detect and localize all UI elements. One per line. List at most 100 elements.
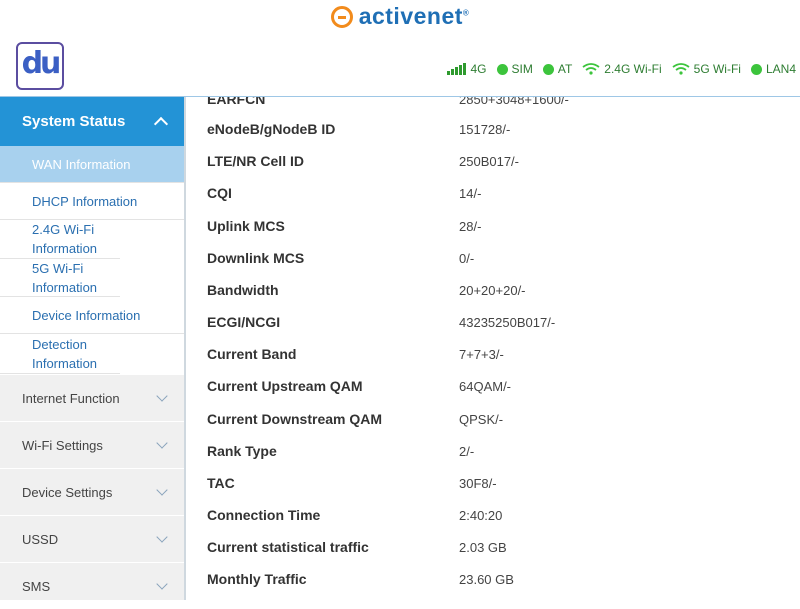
chevron-down-icon <box>156 437 168 449</box>
table-row: Rank Type 2/- <box>186 435 800 467</box>
wifi-icon <box>672 63 690 75</box>
row-value: 7+7+3/- <box>459 346 504 362</box>
row-value: 64QAM/- <box>459 378 512 394</box>
row-label: eNodeB/gNodeB ID <box>207 121 336 137</box>
status-sim: SIM <box>496 62 533 76</box>
row-label: Current Band <box>207 346 297 362</box>
sidebar-group-label: Internet Function <box>22 390 120 406</box>
sidebar-item-detection-information[interactable]: Detection Information <box>0 334 120 374</box>
sidebar-item-label: Detection Information <box>32 336 98 371</box>
sidebar-item-device-information[interactable]: Device Information <box>0 297 184 334</box>
row-label: LTE/NR Cell ID <box>207 153 304 169</box>
wan-information-table: EARFCN 2850+3048+1600/- eNodeB/gNodeB ID… <box>186 97 800 600</box>
row-value: 30F8/- <box>459 475 497 491</box>
sidebar-group-internet-function[interactable]: Internet Function <box>0 374 184 421</box>
sidebar-item-wan-information[interactable]: WAN Information <box>0 146 184 183</box>
table-row: Downlink MCS 0/- <box>186 242 800 274</box>
status-label: AT <box>557 62 573 76</box>
status-dot-icon <box>750 63 762 75</box>
row-label: Connection Time <box>207 507 321 523</box>
table-row: ECGI/NCGI 43235250B017/- <box>186 306 800 338</box>
sidebar-group-label: Wi-Fi Settings <box>22 437 103 453</box>
sidebar-group-system-status[interactable]: System Status <box>0 97 184 146</box>
chevron-up-icon <box>153 116 169 131</box>
status-dot-icon <box>496 63 508 75</box>
table-row: CQI 14/- <box>186 177 800 209</box>
activenet-logo-icon <box>330 5 353 28</box>
sidebar-group-label: System Status <box>22 113 126 130</box>
table-row: Bandwidth 20+20+20/- <box>186 274 800 306</box>
row-value: 2/- <box>459 443 475 459</box>
status-at: AT <box>542 62 573 76</box>
logo-text: du <box>21 46 62 81</box>
row-label: Current Downstream QAM <box>207 411 383 427</box>
row-value: 250B017/- <box>459 153 519 169</box>
signal-bars-icon <box>447 63 467 75</box>
table-row: TAC 30F8/- <box>186 467 800 499</box>
wifi-icon <box>582 63 600 75</box>
row-label: Monthly Traffic <box>207 571 307 587</box>
table-row: Uplink MCS 28/- <box>186 210 800 242</box>
sidebar-group-label: SMS <box>22 578 51 594</box>
row-label: Rank Type <box>207 443 277 459</box>
sidebar-item-label: WAN Information <box>32 156 131 172</box>
status-label: 5G Wi-Fi <box>693 62 741 76</box>
sidebar-submenu: WAN Information DHCP Information 2.4G Wi… <box>0 146 184 374</box>
sidebar-group-device-settings[interactable]: Device Settings <box>0 468 184 515</box>
status-wifi-24g: 2.4G Wi-Fi <box>582 62 662 76</box>
chevron-down-icon <box>156 484 168 496</box>
row-label: TAC <box>207 475 235 491</box>
row-label: Bandwidth <box>207 282 279 298</box>
row-value: 0/- <box>459 250 475 266</box>
row-label: EARFCN <box>207 97 266 107</box>
row-value: 43235250B017/- <box>459 314 556 330</box>
status-label: LAN4 <box>765 62 796 76</box>
table-row: Monthly Traffic 23.60 GB <box>186 563 800 595</box>
row-label: CQI <box>207 185 232 201</box>
row-value: 2:40:20 <box>459 507 503 523</box>
sidebar-item-label: 2.4G Wi-Fi Information <box>32 222 98 256</box>
status-lan4: LAN4 <box>750 62 796 76</box>
row-value: 151728/- <box>459 121 511 137</box>
sidebar-group-label: USSD <box>22 531 59 547</box>
table-row: LTE/NR Cell ID 250B017/- <box>186 145 800 177</box>
row-label: Current Upstream QAM <box>207 378 363 394</box>
row-label: Current statistical traffic <box>207 539 369 555</box>
sidebar-item-5g-wifi-information[interactable]: 5G Wi-Fi Information <box>0 259 120 297</box>
row-value: 23.60 GB <box>459 571 514 587</box>
row-value: 14/- <box>459 185 482 201</box>
chevron-down-icon <box>156 578 168 590</box>
status-4g: 4G <box>447 62 487 76</box>
table-row: Current Downstream QAM QPSK/- <box>186 403 800 435</box>
status-bar: 4G SIM AT 2.4G Wi-Fi 5G Wi-Fi LAN4 <box>447 62 796 76</box>
chevron-down-icon <box>156 531 168 543</box>
sidebar-group-label: Device Settings <box>22 484 113 500</box>
sidebar-group-ussd[interactable]: USSD <box>0 515 184 562</box>
sidebar-item-dhcp-information[interactable]: DHCP Information <box>0 183 184 220</box>
status-dot-icon <box>542 63 554 75</box>
activenet-watermark: activenet® <box>0 3 800 30</box>
du-logo[interactable]: du <box>16 42 64 90</box>
chevron-down-icon <box>156 390 168 402</box>
row-value: 20+20+20/- <box>459 282 526 298</box>
sidebar-item-label: DHCP Information <box>32 193 138 209</box>
status-label: SIM <box>511 62 533 76</box>
sidebar-item-label: 5G Wi-Fi Information <box>32 260 98 295</box>
sidebar-item-24g-wifi-information[interactable]: 2.4G Wi-Fi Information <box>0 220 120 259</box>
status-wifi-5g: 5G Wi-Fi <box>672 62 741 76</box>
row-label: ECGI/NCGI <box>207 314 281 330</box>
status-label: 2.4G Wi-Fi <box>604 62 662 76</box>
status-label: 4G <box>470 62 487 76</box>
row-value: QPSK/- <box>459 411 504 427</box>
row-label: Downlink MCS <box>207 250 305 266</box>
sidebar-group-sms[interactable]: SMS <box>0 562 184 609</box>
table-row: Current statistical traffic 2.03 GB <box>186 531 800 563</box>
sidebar-group-wifi-settings[interactable]: Wi-Fi Settings <box>0 421 184 468</box>
watermark-text: activenet® <box>358 3 470 29</box>
row-label: Uplink MCS <box>207 218 285 234</box>
table-row: Connection Time 2:40:20 <box>186 499 800 531</box>
sidebar: System Status WAN Information DHCP Infor… <box>0 97 184 600</box>
row-value: 28/- <box>459 218 482 234</box>
table-row: eNodeB/gNodeB ID 151728/- <box>186 113 800 145</box>
table-row: Current Upstream QAM 64QAM/- <box>186 370 800 402</box>
